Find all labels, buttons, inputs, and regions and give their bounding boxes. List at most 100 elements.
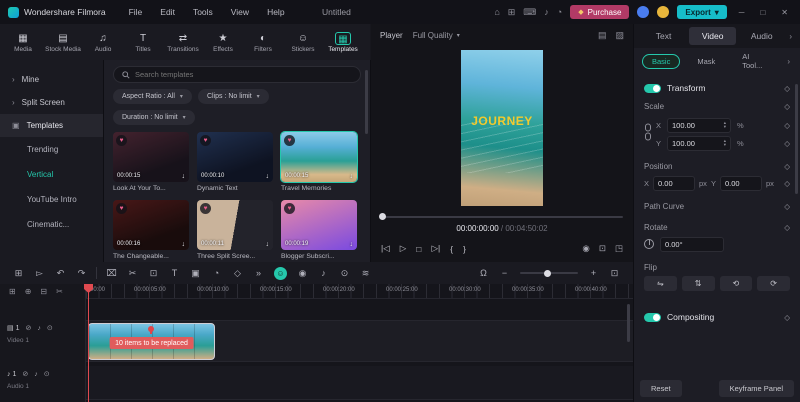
speed-icon[interactable]: ◔ bbox=[206, 268, 227, 278]
aspect-ratio-filter[interactable]: Aspect Ratio : All ▾ bbox=[113, 89, 192, 104]
rotate-ccw-button[interactable]: ⟲ bbox=[720, 276, 753, 291]
mute-icon[interactable]: ♪ bbox=[34, 371, 38, 378]
rotate-input[interactable]: 0.00° bbox=[660, 237, 724, 252]
favorite-icon[interactable]: ♥ bbox=[116, 135, 127, 146]
zoom-in-icon[interactable]: + bbox=[583, 268, 604, 278]
video-track-lane[interactable]: 10 items to be replaced bbox=[86, 320, 633, 362]
template-card[interactable]: ♥ 00:00:11 ↓ Three Split Scree... bbox=[197, 200, 273, 260]
more-tools-icon[interactable]: » bbox=[248, 268, 269, 278]
sidebar-item-cinematic[interactable]: Cinematic... bbox=[0, 212, 103, 237]
stop-button[interactable]: □ bbox=[416, 244, 421, 254]
compositing-toggle[interactable] bbox=[644, 313, 661, 322]
sidebar-group-split-screen[interactable]: › Split Screen bbox=[0, 91, 103, 114]
scrubber-handle[interactable] bbox=[379, 213, 386, 220]
credits-badge[interactable] bbox=[657, 6, 669, 18]
previous-frame-button[interactable]: |◁ bbox=[381, 243, 390, 254]
download-icon[interactable]: ↓ bbox=[350, 173, 354, 180]
link-icon[interactable] bbox=[644, 123, 652, 141]
subtab-mask[interactable]: Mask bbox=[687, 54, 725, 69]
sidebar-group-mine[interactable]: › Mine bbox=[0, 68, 103, 91]
tab-effects[interactable]: ★ Effects bbox=[203, 32, 243, 53]
download-icon[interactable]: ↓ bbox=[182, 173, 186, 180]
hide-track-icon[interactable]: ⊙ bbox=[44, 370, 50, 378]
export-button[interactable]: Export ▾ bbox=[677, 5, 726, 19]
step-down-icon[interactable]: ▾ bbox=[724, 143, 726, 148]
mark-in-button[interactable]: { bbox=[450, 244, 453, 254]
layout-icon[interactable]: ⊞ bbox=[508, 7, 516, 18]
zoom-slider[interactable] bbox=[520, 272, 578, 274]
render-preview-icon[interactable]: ⊙ bbox=[334, 268, 355, 279]
close-button[interactable]: ✕ bbox=[777, 8, 792, 17]
search-input[interactable] bbox=[135, 70, 352, 79]
keyframe-diamond-icon[interactable]: ◇ bbox=[784, 121, 790, 130]
chevron-right-icon[interactable]: › bbox=[785, 57, 792, 66]
lock-icon[interactable]: ⊘ bbox=[26, 324, 32, 332]
text-tool-icon[interactable]: T bbox=[164, 268, 185, 278]
clips-filter[interactable]: Clips : No limit ▾ bbox=[198, 89, 269, 104]
remove-track-icon[interactable]: ⊟ bbox=[40, 287, 47, 296]
template-card[interactable]: ♥ 00:00:15 ↓ Look At Your To... bbox=[113, 132, 189, 192]
menu-edit[interactable]: Edit bbox=[151, 7, 184, 17]
keyframe-diamond-icon[interactable]: ◇ bbox=[784, 223, 790, 232]
tab-titles[interactable]: T Titles bbox=[123, 32, 163, 53]
template-card[interactable]: ♥ 00:00:10 ↓ Dynamic Text bbox=[197, 132, 273, 192]
subtab-basic[interactable]: Basic bbox=[642, 54, 680, 69]
template-card[interactable]: ♥ 00:00:16 ↓ The Changeable... bbox=[113, 200, 189, 260]
smart-cutout-icon[interactable]: ☺ bbox=[274, 267, 287, 280]
keyframe-diamond-icon[interactable]: ◇ bbox=[784, 139, 790, 148]
mute-icon[interactable]: ♪ bbox=[37, 325, 41, 332]
download-icon[interactable]: ↓ bbox=[266, 173, 270, 180]
template-card[interactable]: ♥ 00:00:19 ↓ Blogger Subscri... bbox=[281, 200, 357, 260]
rotate-cw-button[interactable]: ⟳ bbox=[757, 276, 790, 291]
tab-stock-media[interactable]: ▤ Stock Media bbox=[43, 32, 83, 53]
playback-scrubber[interactable] bbox=[381, 216, 623, 218]
flip-horizontal-button[interactable]: ⇋ bbox=[644, 276, 677, 291]
step-down-icon[interactable]: ▾ bbox=[724, 125, 726, 130]
keyframe-diamond-icon[interactable]: ◇ bbox=[784, 313, 790, 322]
hide-track-icon[interactable]: ⊙ bbox=[47, 324, 53, 332]
keyframe-diamond-icon[interactable]: ◇ bbox=[784, 162, 790, 171]
keyboard-shortcut-icon[interactable]: ⌨ bbox=[523, 7, 536, 18]
tab-transitions[interactable]: ⇄ Transitions bbox=[163, 32, 203, 53]
timeline-ruler[interactable]: 00:00 00:00:05:00 00:00:10:00 00:00:15:0… bbox=[86, 284, 633, 299]
tab-audio[interactable]: ♫ Audio bbox=[83, 32, 123, 53]
tab-stickers[interactable]: ☺ Stickers bbox=[283, 32, 323, 53]
timer-icon[interactable]: ◔ bbox=[557, 7, 562, 17]
audio-stretch-icon[interactable]: ≋ bbox=[355, 268, 376, 279]
tab-filters[interactable]: ◐ Filters bbox=[243, 32, 283, 53]
purchase-button[interactable]: ◆ Purchase bbox=[570, 5, 629, 19]
chevron-right-icon[interactable]: › bbox=[787, 32, 794, 41]
download-icon[interactable]: ↓ bbox=[350, 241, 354, 248]
keyframe-diamond-icon[interactable]: ◇ bbox=[784, 84, 790, 93]
add-track-icon[interactable]: ⊕ bbox=[25, 287, 32, 296]
lock-icon[interactable]: ⊘ bbox=[22, 370, 28, 378]
mask-tool-icon[interactable]: ▣ bbox=[185, 268, 206, 279]
maximize-button[interactable]: □ bbox=[756, 8, 769, 17]
fit-timeline-icon[interactable]: ⊡ bbox=[604, 268, 625, 279]
menu-tools[interactable]: Tools bbox=[184, 7, 222, 17]
timeline-scrollbar[interactable] bbox=[627, 304, 630, 342]
tab-templates[interactable]: ▦ Templates bbox=[323, 32, 363, 53]
keyframe-diamond-icon[interactable]: ◇ bbox=[784, 202, 790, 211]
sidebar-item-vertical[interactable]: Vertical bbox=[0, 162, 103, 187]
split-scissors-icon[interactable]: ✂ bbox=[122, 268, 143, 279]
crop-icon[interactable]: ⊡ bbox=[143, 268, 164, 279]
keyframe-panel-button[interactable]: Keyframe Panel bbox=[719, 380, 794, 397]
duration-filter[interactable]: Duration : No limit ▾ bbox=[113, 110, 195, 125]
record-icon[interactable]: ◉ bbox=[292, 268, 313, 279]
scale-y-input[interactable]: 100.00 ▴▾ bbox=[667, 136, 731, 151]
mark-out-button[interactable]: } bbox=[463, 244, 466, 254]
track-manage-icon[interactable]: ⊞ bbox=[9, 287, 16, 296]
tab-audio-props[interactable]: Audio bbox=[738, 27, 785, 45]
transform-toggle[interactable] bbox=[644, 84, 661, 93]
crop-preview-button[interactable]: ⊡ bbox=[599, 243, 606, 254]
templates-scrollbar[interactable] bbox=[365, 70, 368, 134]
menu-help[interactable]: Help bbox=[258, 7, 293, 17]
voiceover-icon[interactable]: ♪ bbox=[544, 7, 549, 17]
tab-media[interactable]: ▦ Media bbox=[3, 32, 43, 53]
playhead[interactable] bbox=[88, 284, 89, 402]
voiceover-mic-icon[interactable]: ♪ bbox=[313, 268, 334, 278]
favorite-icon[interactable]: ♥ bbox=[200, 135, 211, 146]
scale-x-input[interactable]: 100.00 ▴▾ bbox=[667, 118, 731, 133]
split-view-icon[interactable]: ▤ bbox=[598, 30, 607, 41]
